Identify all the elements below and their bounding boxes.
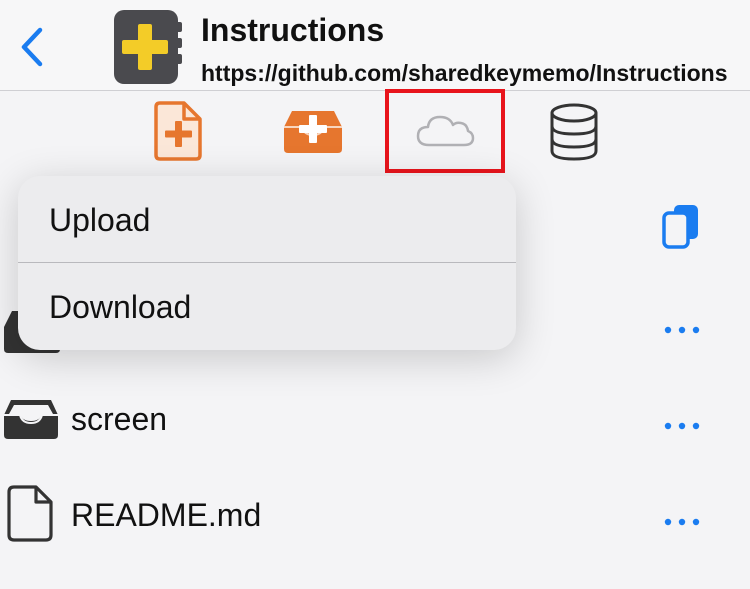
cloud-icon [416,115,475,147]
toolbar [0,89,750,173]
more-options-button[interactable] [662,419,702,433]
download-label: Download [49,289,192,325]
database-icon [550,103,598,161]
folder-icon [4,400,58,439]
document-icon [7,485,53,542]
ellipsis-icon [664,326,700,334]
page-title: Instructions [201,12,385,48]
back-button[interactable] [14,24,50,70]
upload-label: Upload [49,202,151,238]
new-folder-icon [284,111,342,153]
upload-menu-item[interactable]: Upload [18,176,516,262]
copy-icon [662,205,698,249]
list-item[interactable]: screen [0,369,750,465]
cloud-sync-button[interactable] [385,89,505,173]
file-name: screen [71,401,168,437]
more-options-button[interactable] [662,323,702,337]
new-folder-button[interactable] [282,105,344,155]
ellipsis-icon [664,422,700,430]
new-file-icon [154,101,202,161]
cloud-menu: Upload Download [18,176,516,350]
file-name: README.md [71,497,262,533]
app-icon [110,8,188,86]
chevron-left-icon [21,27,43,67]
ellipsis-icon [664,518,700,526]
repository-url: https://github.com/sharedkeymemo/Instruc… [201,60,728,86]
copy-button[interactable] [660,203,702,251]
list-item[interactable]: README.md [0,465,750,561]
more-options-button[interactable] [662,515,702,529]
navigation-header: Instructions https://github.com/sharedke… [0,0,750,91]
download-menu-item[interactable]: Download [18,263,516,349]
new-file-button[interactable] [150,99,206,163]
database-button[interactable] [546,101,602,163]
